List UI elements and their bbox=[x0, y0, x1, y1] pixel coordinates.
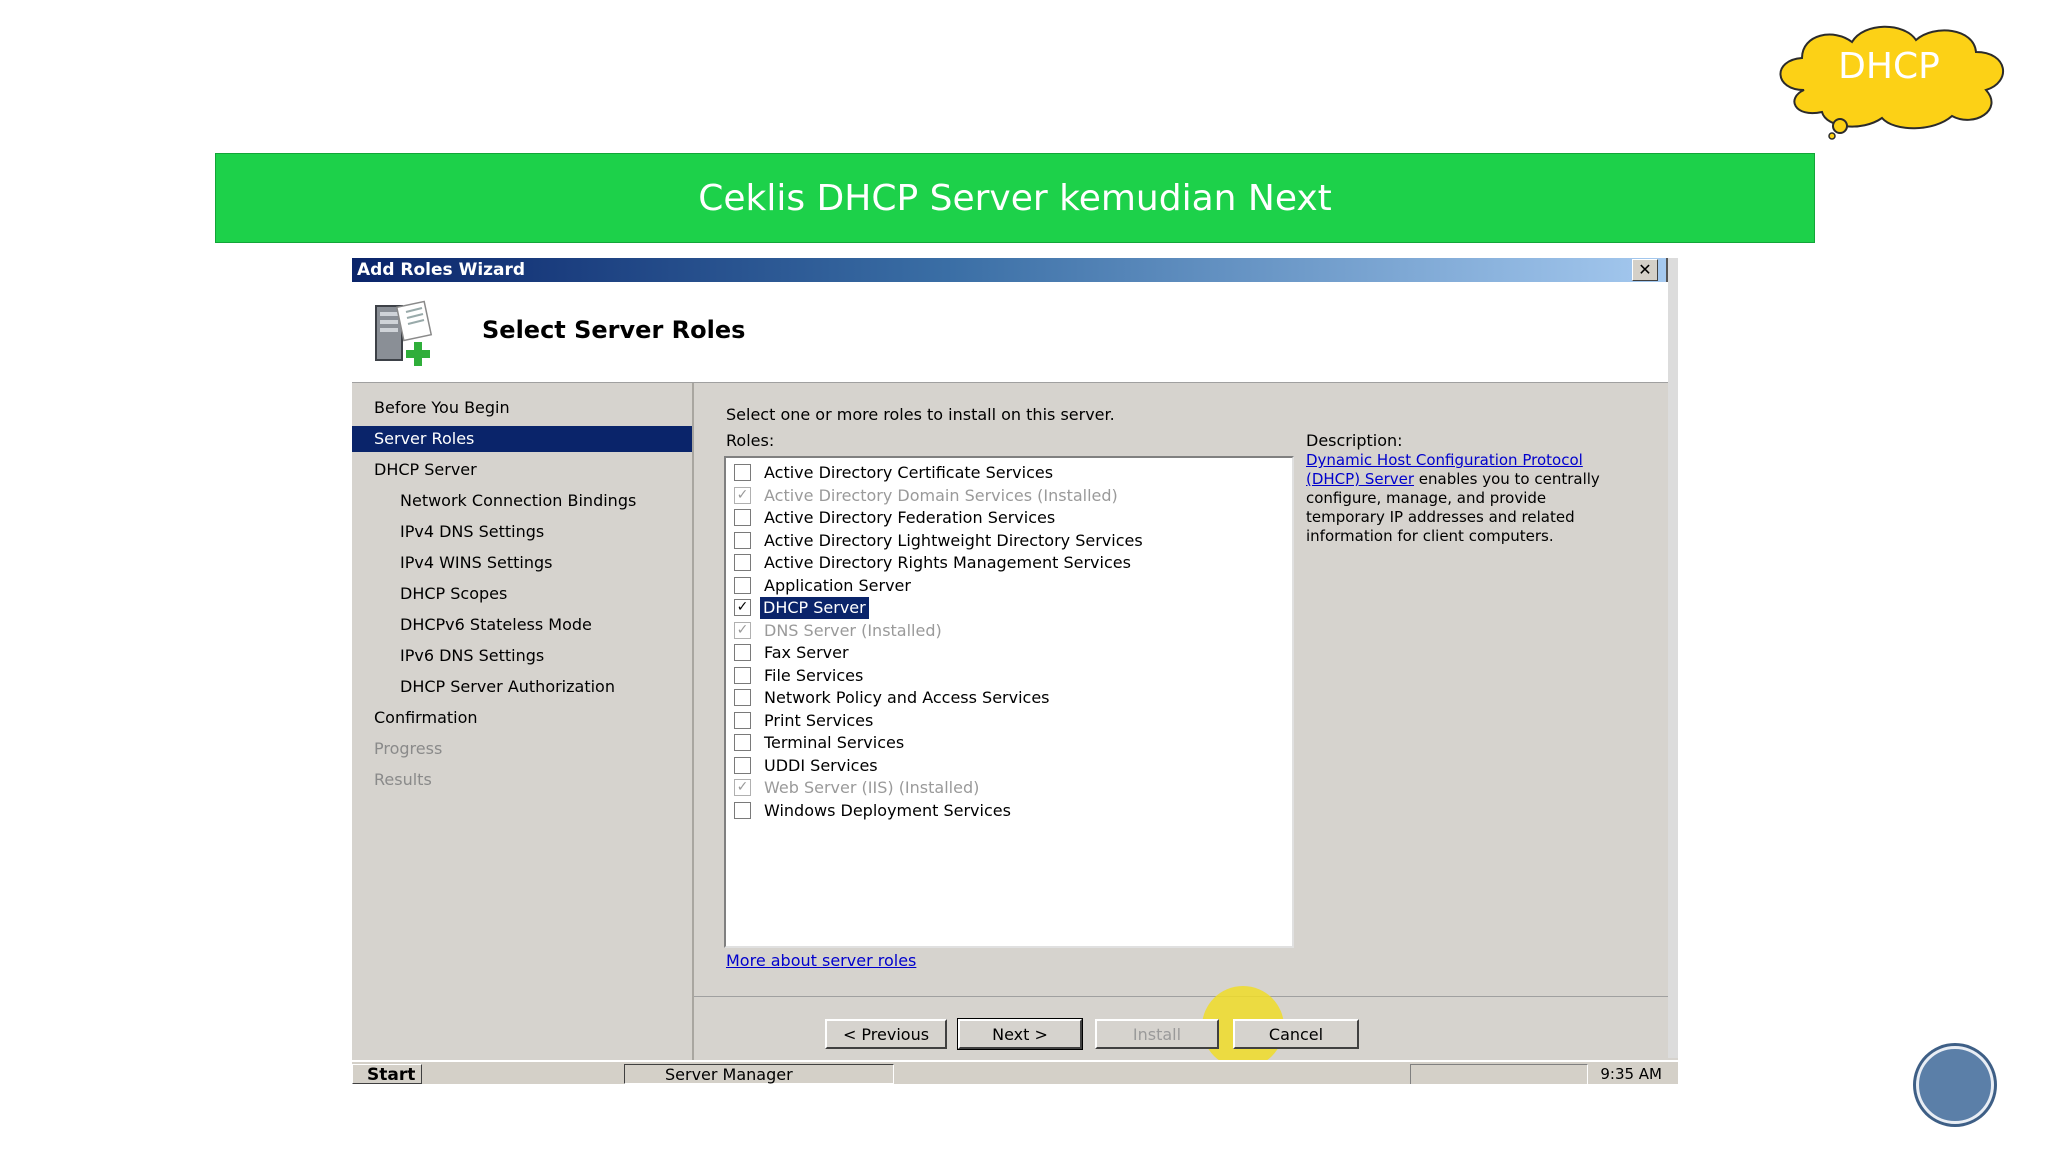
window-title: Add Roles Wizard bbox=[357, 260, 526, 280]
button-separator bbox=[694, 996, 1668, 997]
role-checkbox[interactable] bbox=[734, 689, 751, 706]
banner-text: Ceklis DHCP Server kemudian Next bbox=[698, 177, 1332, 219]
role-label: UDDI Services bbox=[764, 755, 878, 775]
nav-step[interactable]: DHCP Scopes bbox=[352, 581, 692, 607]
role-label: File Services bbox=[764, 665, 864, 685]
role-label: Network Policy and Access Services bbox=[764, 688, 1050, 707]
nav-step[interactable]: Before You Begin bbox=[352, 395, 692, 421]
role-checkbox[interactable]: ✓ bbox=[734, 621, 751, 639]
role-checkbox[interactable] bbox=[734, 554, 751, 571]
role-item[interactable]: Active Directory Federation Services bbox=[734, 507, 1274, 529]
role-item[interactable]: ✓ Web Server (IIS) (Installed) bbox=[734, 777, 1274, 799]
role-item[interactable]: Network Policy and Access Services bbox=[734, 687, 1274, 709]
role-label: Active Directory Lightweight Directory S… bbox=[764, 530, 1143, 550]
nav-step[interactable]: Progress bbox=[352, 736, 692, 762]
role-checkbox[interactable]: ✓ bbox=[734, 779, 751, 796]
role-checkbox[interactable] bbox=[734, 666, 751, 684]
role-label: Web Server (IIS) (Installed) bbox=[764, 778, 980, 797]
role-checkbox[interactable] bbox=[734, 509, 751, 526]
role-item[interactable]: ✓ Active Directory Domain Services (Insta… bbox=[734, 485, 1274, 507]
description-label: Description: bbox=[1306, 431, 1403, 450]
role-label: Active Directory Domain Services (Instal… bbox=[764, 485, 1118, 505]
role-checkbox[interactable] bbox=[734, 756, 751, 774]
nav-step[interactable]: IPv4 WINS Settings bbox=[352, 550, 692, 576]
role-item[interactable]: File Services bbox=[734, 665, 1274, 687]
role-checkbox[interactable] bbox=[734, 711, 751, 729]
role-checkbox[interactable] bbox=[734, 464, 751, 481]
role-label: DNS Server (Installed) bbox=[764, 620, 942, 640]
role-item[interactable]: Application Server bbox=[734, 575, 1274, 597]
role-checkbox[interactable] bbox=[734, 801, 751, 819]
taskbar-server-manager[interactable]: Server Manager bbox=[624, 1064, 894, 1084]
role-item[interactable]: Terminal Services bbox=[734, 732, 1274, 754]
role-item[interactable]: Windows Deployment Services bbox=[734, 800, 1274, 822]
role-item[interactable]: Active Directory Rights Management Servi… bbox=[734, 552, 1274, 574]
role-label: Active Directory Rights Management Servi… bbox=[764, 553, 1131, 572]
slide-nav-button[interactable] bbox=[1916, 1046, 1994, 1124]
window-titlebar: Add Roles Wizard ✕ bbox=[352, 258, 1672, 282]
role-label: Print Services bbox=[764, 710, 874, 730]
system-tray bbox=[1410, 1064, 1588, 1084]
nav-step[interactable]: Server Roles bbox=[352, 426, 692, 452]
start-button[interactable]: Start bbox=[352, 1064, 422, 1084]
role-item[interactable]: Active Directory Lightweight Directory S… bbox=[734, 530, 1274, 552]
role-checkbox[interactable] bbox=[734, 531, 751, 549]
role-label: DHCP Server bbox=[760, 597, 869, 619]
page-title: Select Server Roles bbox=[482, 316, 746, 344]
role-label: Terminal Services bbox=[764, 733, 905, 752]
nav-step[interactable]: DHCPv6 Stateless Mode bbox=[352, 612, 692, 638]
instruction-banner: Ceklis DHCP Server kemudian Next bbox=[215, 153, 1815, 243]
nav-step[interactable]: DHCP Server Authorization bbox=[352, 674, 692, 700]
previous-button[interactable]: < Previous bbox=[825, 1019, 947, 1049]
nav-step[interactable]: Confirmation bbox=[352, 705, 692, 731]
role-label: Application Server bbox=[764, 575, 911, 595]
role-label: Active Directory Certificate Services bbox=[764, 463, 1054, 482]
role-checkbox[interactable] bbox=[734, 734, 751, 751]
dhcp-badge-label: DHCP bbox=[1838, 46, 1940, 87]
roles-listbox[interactable]: Active Directory Certificate Services ✓ Ac… bbox=[724, 456, 1294, 948]
nav-step[interactable]: Results bbox=[352, 767, 692, 793]
role-item[interactable]: ✓ DNS Server (Installed) bbox=[734, 620, 1274, 642]
next-button[interactable]: Next > bbox=[957, 1018, 1083, 1050]
add-roles-wizard-window: Add Roles Wizard ✕ Select Server Roles B… bbox=[352, 258, 1678, 1084]
role-checkbox[interactable]: ✓ bbox=[734, 599, 751, 616]
more-about-server-roles-link[interactable]: More about server roles bbox=[726, 951, 916, 970]
nav-step[interactable]: IPv6 DNS Settings bbox=[352, 643, 692, 669]
role-item[interactable]: Print Services bbox=[734, 710, 1274, 732]
taskbar-clock: 9:35 AM bbox=[1600, 1065, 1662, 1083]
roles-label: Roles: bbox=[726, 431, 775, 450]
instruction-text: Select one or more roles to install on t… bbox=[726, 405, 1115, 424]
role-item[interactable]: Active Directory Certificate Services bbox=[734, 462, 1274, 484]
role-label: Windows Deployment Services bbox=[764, 800, 1011, 820]
taskbar: Start Server Manager 9:35 AM bbox=[352, 1060, 1678, 1084]
role-item[interactable]: UDDI Services bbox=[734, 755, 1274, 777]
nav-step[interactable]: IPv4 DNS Settings bbox=[352, 519, 692, 545]
role-checkbox[interactable] bbox=[734, 644, 751, 661]
cancel-button[interactable]: Cancel bbox=[1233, 1019, 1359, 1049]
role-checkbox[interactable] bbox=[734, 576, 751, 594]
role-label: Active Directory Federation Services bbox=[764, 508, 1056, 527]
role-item[interactable]: Fax Server bbox=[734, 642, 1274, 664]
description-text: Dynamic Host Configuration Protocol (DHC… bbox=[1306, 451, 1626, 546]
nav-step[interactable]: Network Connection Bindings bbox=[352, 488, 692, 514]
roles-panel: Select one or more roles to install on t… bbox=[694, 383, 1668, 1060]
role-checkbox[interactable]: ✓ bbox=[734, 486, 751, 504]
wizard-header: Select Server Roles bbox=[352, 282, 1668, 383]
wizard-step-nav: Before You Begin Server Roles DHCP Server N… bbox=[352, 383, 694, 1060]
install-button[interactable]: Install bbox=[1095, 1019, 1219, 1049]
role-item[interactable]: ✓ DHCP Server bbox=[734, 597, 1274, 619]
role-label: Fax Server bbox=[764, 643, 849, 662]
close-button[interactable]: ✕ bbox=[1632, 259, 1658, 281]
server-add-icon bbox=[375, 300, 433, 366]
nav-step[interactable]: DHCP Server bbox=[352, 457, 692, 483]
